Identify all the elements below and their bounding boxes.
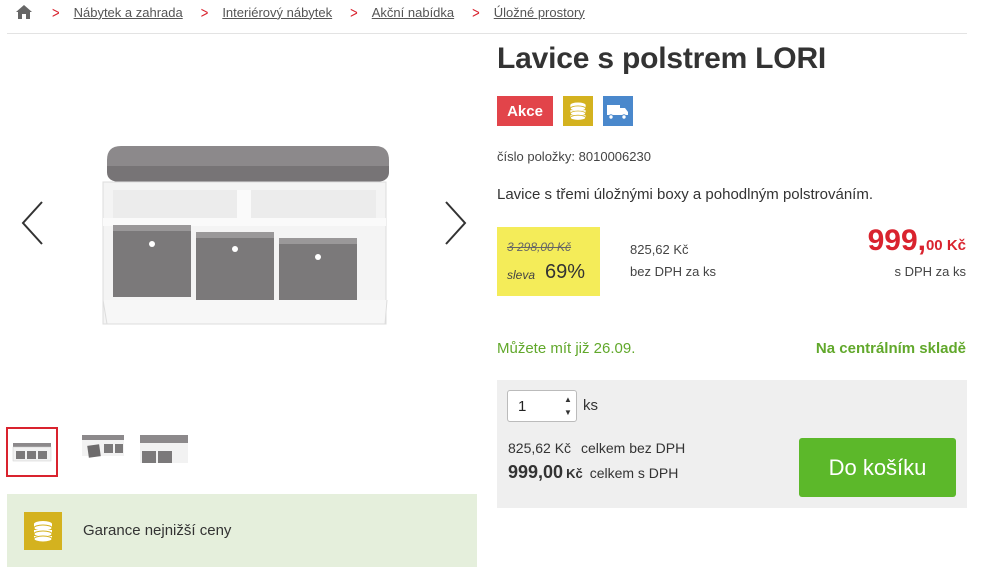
breadcrumb-link[interactable]: Nábytek a zahrada — [74, 5, 183, 20]
divider — [7, 33, 967, 34]
breadcrumb: > Nábytek a zahrada > Interiérový nábyte… — [14, 3, 603, 21]
old-price: 3 298,00 Kč — [507, 240, 572, 254]
quantity-unit: ks — [583, 397, 598, 414]
gross-price: 999, 00 Kč — [868, 224, 966, 258]
discount-percent: 69% — [545, 261, 586, 283]
chevron-right-icon: > — [350, 3, 358, 21]
stock-status: Na centrálním skladě — [815, 340, 966, 357]
gross-price-label: s DPH za ks — [894, 264, 966, 279]
quantity-input[interactable]: 1 — [518, 398, 526, 415]
total-gross: 999,00 Kč celkem s DPH — [508, 462, 678, 483]
product-title: Lavice s polstrem LORI — [497, 42, 827, 75]
breadcrumb-link[interactable]: Interiérový nábytek — [222, 5, 332, 20]
gross-price-cents: 00 Kč — [925, 237, 966, 254]
chevron-right-icon: > — [472, 3, 480, 21]
delivery-truck-icon — [603, 96, 633, 126]
thumbnail-3[interactable] — [138, 427, 190, 477]
total-gross-label: celkem s DPH — [589, 465, 679, 481]
product-description: Lavice s třemi úložnými boxy a pohodlným… — [497, 186, 873, 203]
discount-label: sleva — [507, 268, 536, 282]
total-gross-value: 999,00 — [508, 462, 564, 482]
net-price-label: bez DPH za ks — [630, 264, 716, 279]
coins-icon — [24, 511, 62, 550]
thumbnail-1[interactable] — [6, 427, 58, 477]
breadcrumb-link[interactable]: Úložné prostory — [494, 5, 585, 20]
total-net: 825,62 Kč celkem bez DPH — [508, 440, 685, 456]
product-main-image[interactable] — [85, 130, 405, 340]
discount-box: 3 298,00 Kč sleva 69% — [497, 227, 600, 296]
guarantee-label: Garance nejnižší ceny — [83, 522, 232, 539]
thumbnail-2[interactable] — [76, 427, 128, 477]
sale-badge: Akce — [497, 96, 553, 126]
quantity-stepper[interactable]: 1 ▲ ▼ — [507, 390, 577, 422]
gross-price-main: 999, — [867, 224, 926, 257]
add-to-cart-button[interactable]: Do košíku — [799, 438, 956, 497]
chevron-right-icon: > — [200, 3, 209, 21]
increment-arrow-icon[interactable]: ▲ — [564, 394, 572, 405]
coins-icon — [563, 96, 593, 126]
chevron-right-icon: > — [52, 3, 60, 21]
gallery-next-arrow-icon[interactable] — [442, 200, 468, 246]
total-net-value: 825,62 Kč — [508, 440, 572, 456]
net-price: 825,62 Kč — [630, 242, 689, 257]
add-to-cart-panel: 1 ▲ ▼ ks 825,62 Kč celkem bez DPH 999,00… — [497, 380, 967, 508]
breadcrumb-link[interactable]: Akční nabídka — [372, 5, 454, 20]
decrement-arrow-icon[interactable]: ▼ — [564, 407, 572, 418]
availability-date: Můžete mít již 26.09. — [497, 340, 636, 357]
home-icon[interactable] — [14, 3, 34, 21]
gallery-prev-arrow-icon[interactable] — [20, 200, 46, 246]
lowest-price-guarantee: Garance nejnižší ceny — [7, 494, 477, 567]
total-gross-currency: Kč — [566, 466, 583, 481]
product-sku: číslo položky: 8010006230 — [497, 149, 651, 164]
total-net-label: celkem bez DPH — [580, 440, 686, 456]
